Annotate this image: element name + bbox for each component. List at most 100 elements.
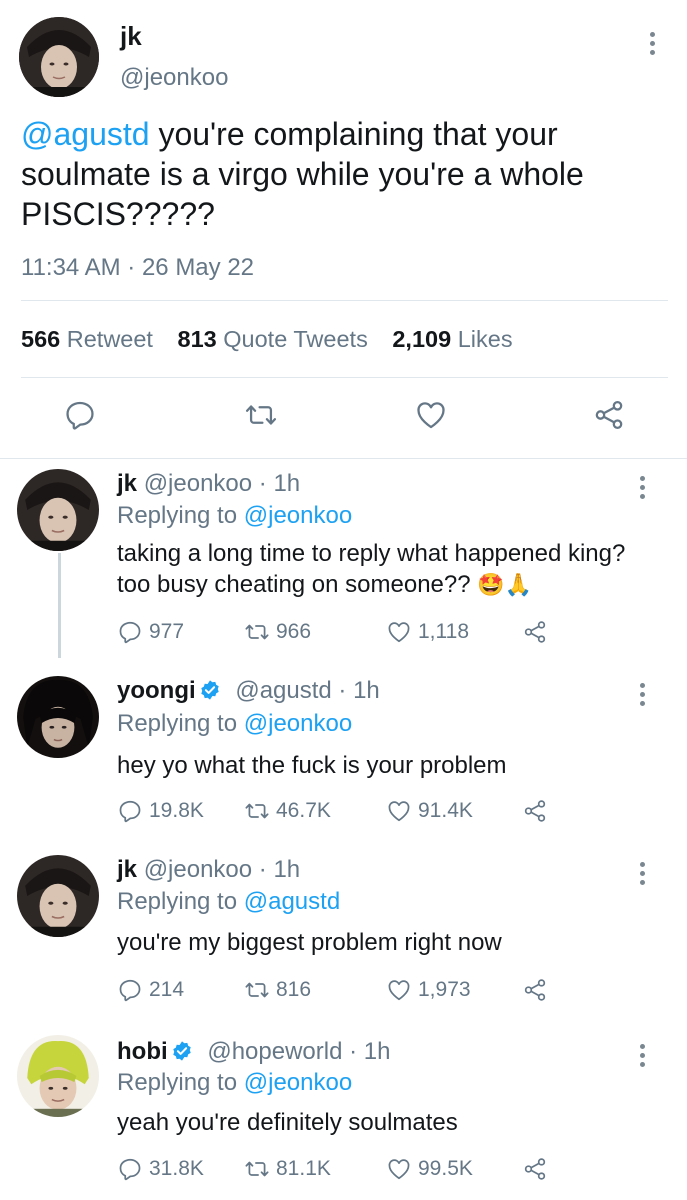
avatar[interactable] bbox=[17, 855, 99, 937]
retweet-count: 81.1K bbox=[276, 1157, 331, 1180]
reply-actions: 977 966 1,118 bbox=[117, 619, 657, 649]
share-icon[interactable] bbox=[592, 398, 626, 432]
retweet-icon bbox=[245, 803, 269, 819]
author-handle-time[interactable]: @jeonkoo · 1h bbox=[144, 856, 300, 883]
retweet-button[interactable]: 46.7K bbox=[244, 798, 331, 824]
replying-to: Replying to @jeonkoo bbox=[117, 1069, 352, 1097]
emoji: 🤩🙏 bbox=[477, 572, 533, 597]
reply-count: 19.8K bbox=[149, 799, 204, 822]
like-button[interactable]: 1,973 bbox=[386, 977, 471, 1003]
author-name[interactable]: jk bbox=[117, 470, 137, 497]
reply-header: hobi @hopeworld · 1h bbox=[117, 1038, 390, 1066]
retweets-count[interactable]: 566 bbox=[21, 326, 60, 352]
retweet-button[interactable]: 816 bbox=[244, 977, 311, 1003]
share-icon bbox=[524, 621, 546, 643]
retweet-button[interactable]: 81.1K bbox=[244, 1156, 331, 1182]
replying-mention[interactable]: @jeonkoo bbox=[244, 1069, 352, 1096]
like-icon bbox=[388, 980, 410, 1001]
like-icon bbox=[388, 622, 410, 643]
tweet-text: @agustd you're complaining that your sou… bbox=[21, 114, 661, 234]
retweet-icon bbox=[245, 1161, 269, 1177]
reply-text: you're my biggest problem right now bbox=[117, 929, 502, 956]
reply-body: taking a long time to reply what happene… bbox=[117, 540, 626, 598]
share-button[interactable] bbox=[522, 619, 548, 645]
retweet-icon bbox=[245, 982, 269, 998]
replying-to: Replying to @jeonkoo bbox=[117, 502, 352, 530]
divider bbox=[21, 377, 668, 378]
reply-tweet[interactable]: yoongi @agustd · 1h Replying to @jeonkoo… bbox=[0, 676, 687, 836]
like-button[interactable]: 1,118 bbox=[386, 619, 469, 645]
author-handle-time[interactable]: @jeonkoo · 1h bbox=[144, 470, 300, 497]
share-button[interactable] bbox=[522, 798, 548, 824]
replying-prefix: Replying to bbox=[117, 502, 244, 529]
mention-link[interactable]: @agustd bbox=[21, 116, 150, 152]
reply-icon bbox=[119, 979, 141, 1002]
divider bbox=[21, 300, 668, 301]
reply-icon bbox=[119, 1158, 141, 1181]
reply-text: yeah you're definitely soulmates bbox=[117, 1109, 458, 1136]
avatar[interactable] bbox=[17, 676, 99, 758]
like-button[interactable]: 99.5K bbox=[386, 1156, 473, 1182]
avatar[interactable] bbox=[17, 1035, 99, 1117]
reply-count: 31.8K bbox=[149, 1157, 204, 1180]
avatar[interactable] bbox=[17, 469, 99, 551]
retweet-icon[interactable] bbox=[244, 398, 278, 432]
author-name[interactable]: hobi bbox=[117, 1038, 168, 1065]
like-icon bbox=[388, 801, 410, 822]
avatar[interactable] bbox=[19, 17, 99, 97]
retweet-button[interactable]: 966 bbox=[244, 619, 311, 645]
replying-mention[interactable]: @jeonkoo bbox=[244, 502, 352, 529]
retweet-count: 966 bbox=[276, 620, 312, 643]
reply-tweet[interactable]: jk @jeonkoo · 1h Replying to @jeonkoo ta… bbox=[0, 469, 687, 662]
like-count: 1,118 bbox=[418, 620, 469, 643]
likes-count[interactable]: 2,109 bbox=[392, 326, 451, 352]
replying-to: Replying to @jeonkoo bbox=[117, 710, 352, 738]
author-name[interactable]: jk bbox=[117, 856, 137, 883]
replying-mention[interactable]: @jeonkoo bbox=[244, 710, 352, 737]
retweets-label[interactable]: Retweet bbox=[67, 326, 153, 352]
tweet-timestamp[interactable]: 11:34 AM · 26 May 22 bbox=[21, 254, 254, 282]
replying-mention[interactable]: @agustd bbox=[244, 888, 340, 915]
like-button[interactable]: 91.4K bbox=[386, 798, 473, 824]
reply-icon bbox=[119, 621, 141, 644]
reply-tweet[interactable]: jk @jeonkoo · 1h Replying to @agustd you… bbox=[0, 855, 687, 1015]
reply-button[interactable]: 31.8K bbox=[117, 1156, 204, 1182]
share-icon bbox=[524, 979, 546, 1001]
share-icon bbox=[524, 800, 546, 822]
replying-to: Replying to @agustd bbox=[117, 888, 340, 916]
author-handle[interactable]: @jeonkoo bbox=[120, 64, 228, 92]
reply-actions: 19.8K 46.7K 91.4K bbox=[117, 798, 657, 828]
author-name[interactable]: jk bbox=[120, 21, 142, 52]
reply-text: hey yo what the fuck is your problem bbox=[117, 752, 507, 779]
reply-button[interactable]: 19.8K bbox=[117, 798, 204, 824]
reply-header: jk @jeonkoo · 1h bbox=[117, 470, 300, 498]
kebab-menu-icon[interactable] bbox=[648, 32, 656, 55]
reply-count: 214 bbox=[149, 978, 185, 1001]
kebab-menu-icon[interactable] bbox=[638, 1044, 646, 1067]
like-icon bbox=[388, 1159, 410, 1180]
kebab-menu-icon[interactable] bbox=[638, 862, 646, 885]
replying-prefix: Replying to bbox=[117, 710, 244, 737]
reply-button[interactable]: 214 bbox=[117, 977, 184, 1003]
quotes-count[interactable]: 813 bbox=[178, 326, 217, 352]
share-button[interactable] bbox=[522, 1156, 548, 1182]
reply-icon bbox=[119, 800, 141, 823]
kebab-menu-icon[interactable] bbox=[638, 683, 646, 706]
reply-icon[interactable] bbox=[63, 398, 97, 432]
likes-label[interactable]: Likes bbox=[458, 326, 513, 352]
kebab-menu-icon[interactable] bbox=[638, 476, 646, 499]
author-handle-time[interactable]: @hopeworld · 1h bbox=[207, 1038, 390, 1065]
divider bbox=[0, 458, 687, 459]
retweet-count: 816 bbox=[276, 978, 312, 1001]
tweet-stats: 566 Retweet 813 Quote Tweets 2,109 Likes bbox=[21, 326, 513, 353]
reply-actions: 31.8K 81.1K 99.5K bbox=[117, 1156, 657, 1186]
reply-tweet[interactable]: hobi @hopeworld · 1h Replying to @jeonko… bbox=[0, 1035, 687, 1195]
author-handle-time[interactable]: @agustd · 1h bbox=[235, 677, 379, 704]
share-button[interactable] bbox=[522, 977, 548, 1003]
quotes-label[interactable]: Quote Tweets bbox=[223, 326, 368, 352]
like-icon[interactable] bbox=[414, 398, 448, 432]
author-name[interactable]: yoongi bbox=[117, 677, 196, 704]
reply-button[interactable]: 977 bbox=[117, 619, 184, 645]
reply-actions: 214 816 1,973 bbox=[117, 977, 657, 1007]
verified-badge-icon bbox=[172, 1041, 191, 1061]
